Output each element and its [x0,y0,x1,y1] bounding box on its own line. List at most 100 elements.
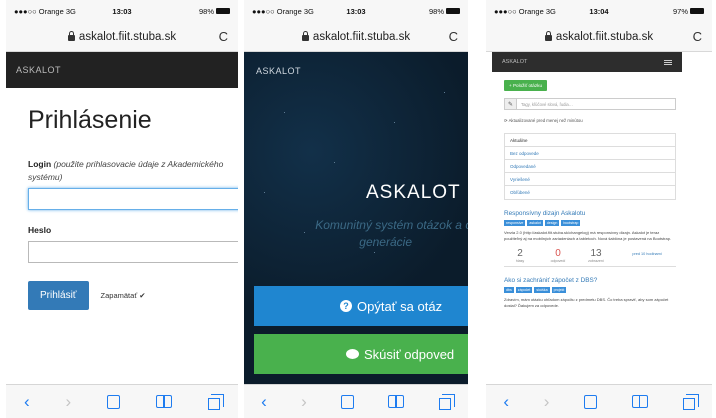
login-actions: Prihlásiť Zapamätať ✔ [28,281,238,310]
filter-item-solved[interactable]: Vyriešené [505,173,675,186]
remember-me-checkbox[interactable]: Zapamätať ✔ [101,291,146,300]
battery-level: 98% [198,6,214,16]
phone-questions-screen: ●●●○○ Orange 3G 13:04 97% askalot.fiit.s… [486,0,712,418]
tag-badge[interactable]: projekt [551,287,567,293]
question-title[interactable]: Ako si zachrániť zápočet z DBS? [504,277,676,284]
tag-badge[interactable]: design [544,220,560,226]
brand-logo[interactable]: ASKALOT [16,65,61,75]
filter-item-answered[interactable]: Odpovedané [505,160,675,173]
tag-badge[interactable]: skúška [534,287,550,293]
star-dot [374,252,375,253]
reload-icon[interactable]: C [219,29,228,44]
brand-logo[interactable]: ASKALOT [502,59,527,65]
address-bar[interactable]: askalot.fiit.stuba.sk C [6,22,238,52]
refresh-status: ⟳ Aktualizované pred menej než minútou [504,118,583,123]
star-dot [444,92,445,93]
ask-question-label: Opýtať sa otáz [357,298,443,314]
url-text: askalot.fiit.stuba.sk [312,30,411,43]
back-icon[interactable]: ‹ [503,392,509,412]
question-title[interactable]: Responsívny dizajn Askalotu [504,210,676,217]
search-placeholder: Tagy, kľúčové slová, ľudia… [521,101,573,107]
search-input[interactable]: ✎ Tagy, kľúčové slová, ľudia… [504,98,676,110]
site-navbar: ASKALOT [492,52,682,72]
question-body: Zdravím, mám otázku ohľadom zápočtu z pr… [504,297,669,308]
url-text: askalot.fiit.stuba.sk [78,30,177,43]
forward-icon[interactable]: › [66,392,72,412]
battery-icon [446,8,460,14]
login-hint-2: systému) [28,172,63,182]
hamburger-menu-icon[interactable] [664,59,672,65]
back-icon[interactable]: ‹ [261,392,267,412]
browser-toolbar: ‹ › [486,384,712,418]
login-label: Login (použite prihlasovacie údaje z Aka… [28,158,238,184]
address-bar[interactable]: askalot.fiit.stuba.sk C [486,22,712,52]
back-icon[interactable]: ‹ [24,392,30,412]
battery: 98% [199,7,230,16]
tag-badge[interactable]: responsive [504,220,526,226]
login-input[interactable] [28,188,238,210]
password-label: Heslo [28,225,52,235]
share-icon[interactable] [584,394,598,409]
reload-icon[interactable]: C [693,29,702,44]
lock-icon [67,30,75,41]
views-stat: 13 zobrazení [580,248,612,263]
phone-landing-screen: ●●●○○ Orange 3G 13:03 98% askalot.fiit.s… [244,0,468,418]
share-icon[interactable] [341,394,355,409]
battery-icon [216,8,230,14]
battery-icon [690,8,704,14]
tabs-icon[interactable] [682,393,699,410]
forward-icon[interactable]: › [544,392,550,412]
battery-level: 97% [672,6,688,16]
tag-badge[interactable]: bootstrap [561,220,581,226]
hero-subtitle: Komunitný systém otázok a oc generácie [268,217,468,251]
refresh-text: Aktualizované pred menej než minútou [508,118,583,123]
bookmarks-icon[interactable] [388,395,405,408]
reload-icon[interactable]: C [449,29,458,44]
share-icon[interactable] [107,394,121,409]
answers-stat: 0 odpovedí [542,248,574,263]
asked-time-link[interactable]: pred 10 hodinami [618,252,676,256]
tag-badge[interactable]: zápočet [515,287,533,293]
address-bar[interactable]: askalot.fiit.stuba.sk C [244,22,468,52]
battery: 97% [673,7,704,16]
tag-badge[interactable]: dbs [504,287,514,293]
try-answer-button[interactable]: Skúsiť odpoved [254,334,468,374]
question-body: Verzia 2.0 (http://askalot.fiit.stuba.sk… [504,230,672,241]
bookmarks-icon[interactable] [156,395,173,408]
phone-login-screen: ●●●○○ Orange 3G 13:03 98% askalot.fiit.s… [6,0,238,418]
password-input[interactable] [28,241,238,263]
ask-question-button[interactable]: ? Opýtať sa otáz [254,286,468,326]
tabs-icon[interactable] [438,393,455,410]
forward-icon[interactable]: › [301,392,307,412]
login-hint: (použite prihlasovacie údaje z Akademick… [53,159,224,169]
votes-stat: 2 hlasy [504,248,536,263]
votes-label: hlasy [515,259,525,263]
filter-item-current[interactable]: Aktuálne [505,134,675,147]
answers-label: odpovedí [550,259,566,263]
lock-icon [301,30,309,41]
star-dot [334,162,335,163]
answers-count: 0 [555,248,561,259]
tag-badge[interactable]: askalot [527,220,543,226]
filter-item-favorite[interactable]: Obľúbené [505,186,675,199]
url-text: askalot.fiit.stuba.sk [555,30,654,43]
new-question-button[interactable]: + Položiť otázku [504,80,548,91]
filter-item-unanswered[interactable]: Bez odpovede [505,147,675,160]
star-dot [394,122,395,123]
tabs-icon[interactable] [207,393,224,410]
bookmarks-icon[interactable] [631,395,648,408]
filter-list: Aktuálne Bez odpovede Odpovedané Vyrieše… [504,133,676,200]
question-stats: 2 hlasy 0 odpovedí 13 zobrazení pred 10 … [504,248,676,267]
tag-icon: ✎ [505,99,517,109]
browser-toolbar: ‹ › [6,384,238,418]
hero-subtitle-line: Komunitný systém otázok a oc [315,218,468,232]
brand-logo[interactable]: ASKALOT [256,66,301,76]
views-label: zobrazení [588,259,604,263]
views-count: 13 [590,248,602,259]
comment-icon [346,349,359,359]
question-icon: ? [340,300,352,312]
status-bar: ●●●○○ Orange 3G 13:03 98% [6,0,238,22]
try-answer-label: Skúsiť odpoved [364,346,455,362]
star-dot [284,112,285,113]
login-button[interactable]: Prihlásiť [28,281,89,310]
